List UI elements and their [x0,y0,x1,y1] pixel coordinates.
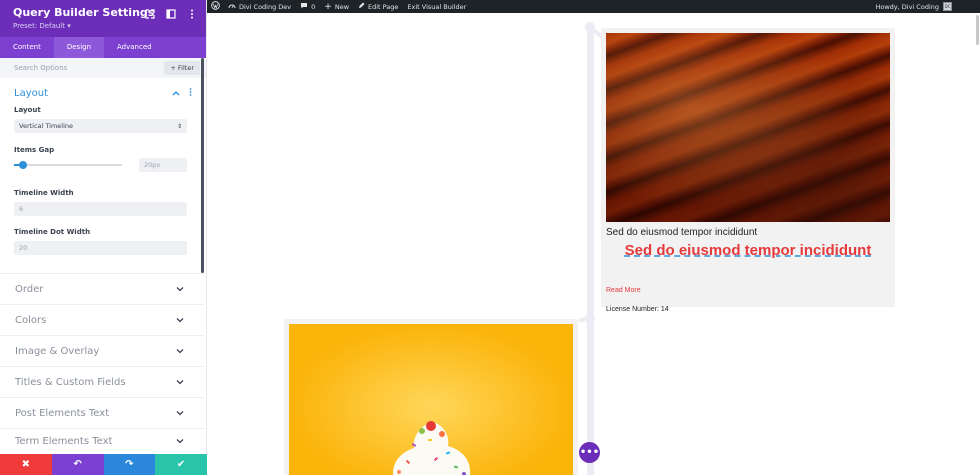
edit-page-label: Edit Page [368,2,399,11]
more-icon[interactable] [186,8,198,20]
layout-section: Layout Layout Vertical Timeline ⇕ Items … [0,78,206,255]
site-name-link[interactable]: Divi Coding Dev [228,2,291,11]
layout-select-value: Vertical Timeline [19,122,74,130]
site-name: Divi Coding Dev [239,2,292,11]
panel-scrollbar[interactable] [201,58,204,273]
comment-icon [300,2,308,11]
timeline-width-label: Timeline Width [14,189,74,197]
license-number: License Number: 14 [606,306,669,313]
timeline-width-input[interactable]: 6 [14,202,187,216]
chevron-down-icon [176,316,184,325]
tab-advanced[interactable]: Advanced [104,37,165,58]
timeline-line [587,26,594,475]
read-more-link[interactable]: Read More [606,287,641,294]
builder-menu-button[interactable]: ••• [579,442,600,463]
new-content-link[interactable]: + New [324,2,349,12]
search-options: Search Options + Filter [0,58,206,78]
settings-panel: Query Builder Settings Preset: Default ▾… [0,0,207,475]
layout-section-header[interactable]: Layout [14,78,192,108]
section-post-elements-text-title: Post Elements Text [15,407,110,419]
comments-link[interactable]: 0 [300,2,315,11]
expand-icon[interactable] [144,8,156,20]
settings-tabs: Content Design Advanced [0,37,206,58]
section-titles-custom-fields-title: Titles & Custom Fields [15,376,126,388]
items-gap-slider[interactable] [14,161,122,169]
layout-select[interactable]: Vertical Timeline ⇕ [14,119,187,133]
section-more-icon[interactable] [189,88,192,98]
panel-header: Query Builder Settings Preset: Default ▾ [0,0,206,37]
post-card[interactable]: Sed do eiusmod tempor incididunt Sed do … [601,28,895,313]
plus-icon: + [324,1,332,12]
section-order[interactable]: Order [0,273,204,304]
undo-button[interactable]: ↶ [51,454,104,475]
layout-section-title: Layout [14,87,48,99]
chevron-up-icon[interactable] [172,89,180,98]
section-titles-custom-fields[interactable]: Titles & Custom Fields [0,366,204,397]
section-image-overlay-title: Image & Overlay [15,345,100,357]
items-gap-control: 20px [14,158,187,172]
post-image-desert-shading [606,33,890,222]
section-colors[interactable]: Colors [0,304,204,335]
chevron-down-icon [176,437,184,446]
wordpress-icon[interactable] [211,1,220,12]
post-title-large[interactable]: Sed do eiusmod tempor incididunt [601,242,895,259]
timeline-connector [578,315,591,323]
save-button[interactable]: ✔ [155,454,207,475]
section-term-elements-text[interactable]: Term Elements Text [0,428,204,454]
items-gap-label: Items Gap [14,146,55,154]
section-order-title: Order [15,283,44,295]
preset-selector[interactable]: Preset: Default ▾ [13,22,206,30]
chevron-down-icon [176,285,184,294]
page-canvas: Sed do eiusmod tempor incididunt Sed do … [207,13,980,475]
section-image-overlay[interactable]: Image & Overlay [0,335,204,366]
edit-page-link[interactable]: Edit Page [358,2,398,11]
items-gap-input[interactable]: 20px [139,158,187,172]
sidebar-toggle-icon[interactable] [165,8,177,20]
action-bar: ✖ ↶ ↷ ✔ [0,454,207,475]
filter-button[interactable]: + Filter [164,61,200,75]
section-post-elements-text[interactable]: Post Elements Text [0,397,204,428]
wp-admin-bar: Divi Coding Dev 0 + New Edit Page Exit V… [207,0,980,13]
search-input[interactable]: Search Options [14,64,67,72]
exit-visual-builder-link[interactable]: Exit Visual Builder [407,3,466,11]
post-image-ice-cream[interactable] [289,324,573,475]
page-scrollbar[interactable] [976,15,979,45]
howdy-text: Howdy, Divi Coding [875,2,939,11]
section-colors-title: Colors [15,314,47,326]
comments-count: 0 [311,2,316,11]
post-title[interactable]: Sed do eiusmod tempor incididunt [606,227,757,238]
pencil-icon [358,2,365,11]
items-gap-slider-handle[interactable] [18,161,27,169]
chevron-down-icon [176,409,184,418]
redo-button[interactable]: ↷ [103,454,156,475]
tab-content[interactable]: Content [0,37,54,58]
timeline-dot-width-label: Timeline Dot Width [14,228,91,236]
timeline-dot-width-input[interactable]: 20 [14,241,187,255]
post-card[interactable] [284,319,578,475]
section-term-elements-text-title: Term Elements Text [15,436,113,447]
tab-design[interactable]: Design [53,37,105,58]
discard-button[interactable]: ✖ [0,454,52,475]
ice-cream-illustration [393,421,471,475]
select-arrows-icon: ⇕ [176,122,182,130]
avatar: DC [943,2,952,11]
chevron-down-icon [176,378,184,387]
new-label: New [334,2,350,11]
dashboard-icon [228,2,236,11]
account-menu[interactable]: Howdy, Divi Coding DC [875,0,952,13]
layout-label: Layout [14,106,41,114]
chevron-down-icon [176,347,184,356]
